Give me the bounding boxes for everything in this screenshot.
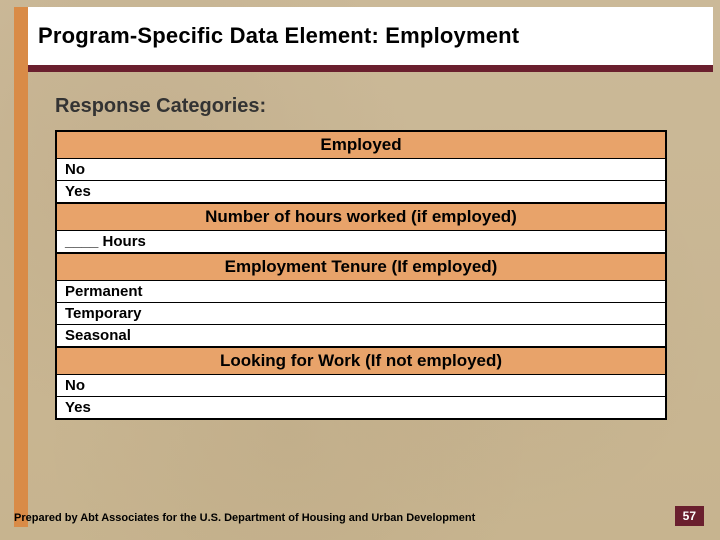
table-row: Yes: [57, 397, 665, 418]
section-heading-tenure: Employment Tenure (If employed): [57, 253, 665, 281]
categories-table: Employed No Yes Number of hours worked (…: [55, 130, 667, 420]
title-bar: Program-Specific Data Element: Employmen…: [28, 7, 713, 65]
title-underline: [28, 65, 713, 72]
section-heading-hours: Number of hours worked (if employed): [57, 203, 665, 231]
page-number: 57: [675, 506, 704, 526]
slide: Program-Specific Data Element: Employmen…: [0, 0, 720, 540]
footer-text: Prepared by Abt Associates for the U.S. …: [14, 512, 475, 524]
table-row: No: [57, 375, 665, 397]
table-row: ____ Hours: [57, 231, 665, 253]
table-row: Temporary: [57, 303, 665, 325]
table-row: No: [57, 159, 665, 181]
section-heading-employed: Employed: [57, 132, 665, 159]
table-row: Seasonal: [57, 325, 665, 347]
table-row: Permanent: [57, 281, 665, 303]
table-row: Yes: [57, 181, 665, 203]
left-accent-stripe: [14, 7, 28, 527]
subtitle: Response Categories:: [55, 95, 690, 118]
section-heading-looking: Looking for Work (If not employed): [57, 347, 665, 375]
page-title: Program-Specific Data Element: Employmen…: [38, 23, 519, 49]
content-area: Response Categories: Employed No Yes Num…: [55, 95, 690, 420]
